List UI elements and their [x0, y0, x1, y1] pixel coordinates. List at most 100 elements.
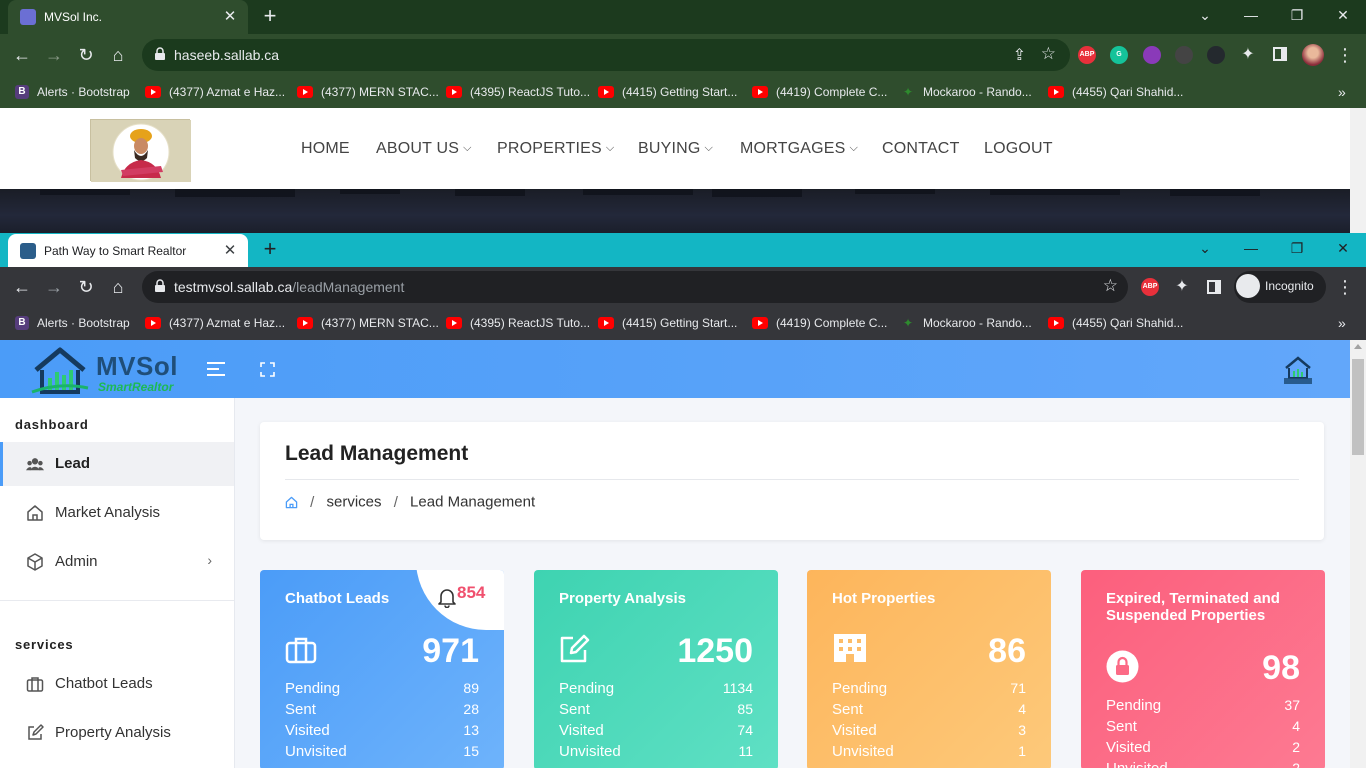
- breadcrumb-services[interactable]: services: [327, 494, 382, 511]
- user-avatar-logo[interactable]: [1280, 354, 1316, 386]
- new-tab-icon[interactable]: +: [258, 5, 282, 29]
- extensions-puzzle-icon[interactable]: ✦: [1239, 46, 1257, 64]
- bookmark-item[interactable]: (4455) Qari Shahid...: [1048, 84, 1183, 100]
- browser-toolbar: ← → ↻ ⌂ testmvsol.sallab.ca/leadManageme…: [0, 267, 1366, 307]
- minimize-icon[interactable]: —: [1228, 233, 1274, 263]
- site-nav-item[interactable]: HOME: [301, 140, 350, 158]
- browser-menu-icon[interactable]: ⋮: [1333, 43, 1357, 67]
- bookmark-label: (4377) Azmat e Haz...: [169, 85, 286, 99]
- youtube-icon: [297, 85, 313, 98]
- github-icon[interactable]: [1207, 46, 1225, 64]
- chevron-down-icon[interactable]: ⌄: [1182, 233, 1228, 263]
- bookmark-item[interactable]: ✦ Mockaroo - Rando...: [903, 84, 1032, 100]
- extension-dark-icon[interactable]: [1175, 46, 1193, 64]
- new-tab-icon[interactable]: +: [258, 238, 282, 262]
- profile-avatar[interactable]: [1302, 44, 1324, 66]
- scroll-up-icon[interactable]: [1354, 344, 1362, 349]
- reload-icon[interactable]: ↻: [74, 43, 98, 67]
- sidebar-item-property-analysis[interactable]: Property Analysis: [0, 711, 234, 755]
- bookmark-item[interactable]: (4419) Complete C...: [752, 84, 887, 100]
- address-bar[interactable]: testmvsol.sallab.ca/leadManagement ☆: [142, 271, 1128, 303]
- card-hot-properties[interactable]: Hot Properties 86 Pending 71 Sent 4 Visited 3…: [807, 570, 1051, 768]
- adblock-plus-icon[interactable]: ABP: [1078, 46, 1096, 64]
- bookmark-item[interactable]: (4415) Getting Start...: [598, 84, 737, 100]
- bookmark-item[interactable]: (4415) Getting Start...: [598, 315, 737, 331]
- close-window-icon[interactable]: ✕: [1320, 233, 1366, 263]
- adblock-plus-icon[interactable]: ABP: [1141, 278, 1159, 296]
- side-panel-icon[interactable]: [1273, 47, 1287, 61]
- close-window-icon[interactable]: ✕: [1320, 0, 1366, 30]
- stat-label: Unvisited: [285, 743, 347, 760]
- browser-menu-icon[interactable]: ⋮: [1333, 275, 1357, 299]
- bookmark-item[interactable]: (4455) Qari Shahid...: [1048, 315, 1183, 331]
- site-nav-item[interactable]: LOGOUT: [984, 140, 1053, 158]
- close-tab-icon[interactable]: ✕: [220, 241, 240, 261]
- site-nav-item[interactable]: CONTACT: [882, 140, 960, 158]
- tab-smart-realtor[interactable]: Path Way to Smart Realtor ✕: [8, 234, 248, 267]
- card-chatbot-leads[interactable]: 854 Chatbot Leads 971 Pending 89 Sent 28 Vis…: [260, 570, 504, 768]
- bookmark-item[interactable]: B Alerts · Bootstrap: [15, 315, 130, 331]
- menu-toggle-icon[interactable]: [207, 360, 227, 378]
- breadcrumb-home-icon[interactable]: [285, 496, 298, 509]
- minimize-icon[interactable]: —: [1228, 0, 1274, 30]
- card-expired-terminated-suspended[interactable]: Expired, Terminated and Suspended Proper…: [1081, 570, 1325, 768]
- back-icon[interactable]: ←: [10, 43, 34, 67]
- site-nav-item[interactable]: BUYING ⌵: [638, 140, 713, 158]
- bookmark-item[interactable]: (4377) Azmat e Haz...: [145, 84, 285, 100]
- more-bookmarks-icon[interactable]: »: [1338, 84, 1346, 100]
- brand-tagline: SmartRealtor: [98, 380, 174, 394]
- address-bar[interactable]: haseeb.sallab.ca ⇪ ☆: [142, 39, 1070, 71]
- back-icon[interactable]: ←: [10, 275, 34, 299]
- sidebar-item-lead[interactable]: Lead: [0, 442, 234, 486]
- grammarly-icon[interactable]: G: [1110, 46, 1128, 64]
- site-nav-label: BUYING: [638, 140, 701, 157]
- sidebar-item-admin[interactable]: Admin ›: [0, 540, 234, 584]
- bookmark-item[interactable]: (4395) ReactJS Tuto...: [446, 84, 590, 100]
- incognito-icon: [1236, 274, 1260, 298]
- bookmark-item[interactable]: (4377) Azmat e Haz...: [145, 315, 285, 331]
- scrollbar-thumb[interactable]: [1352, 359, 1364, 455]
- bookmark-item[interactable]: (4377) MERN STAC...: [297, 315, 439, 331]
- page-scrollbar[interactable]: [1350, 340, 1366, 768]
- bookmark-item[interactable]: B Alerts · Bootstrap: [15, 84, 130, 100]
- card-stat-row: Visited 3: [832, 720, 1026, 741]
- sidebar-item-label: Market Analysis: [55, 504, 161, 521]
- sidebar-item-market-analysis[interactable]: Market Analysis: [0, 491, 234, 535]
- bookmark-item[interactable]: (4377) MERN STAC...: [297, 84, 439, 100]
- extension-purple-icon[interactable]: [1143, 46, 1161, 64]
- bookmark-item[interactable]: (4419) Complete C...: [752, 315, 887, 331]
- extensions-puzzle-icon[interactable]: ✦: [1173, 278, 1191, 296]
- site-nav-item[interactable]: PROPERTIES ⌵: [497, 140, 614, 158]
- home-icon[interactable]: ⌂: [106, 43, 130, 67]
- hero-banner-image: [0, 189, 1350, 233]
- brand-logo[interactable]: MVSol SmartRealtor: [30, 344, 190, 396]
- close-tab-icon[interactable]: ✕: [220, 7, 240, 27]
- home-icon[interactable]: ⌂: [106, 275, 130, 299]
- share-icon[interactable]: ⇪: [1013, 45, 1026, 65]
- page-scrollbar[interactable]: [1350, 108, 1366, 233]
- bookmark-item[interactable]: ✦ Mockaroo - Rando...: [903, 315, 1032, 331]
- incognito-badge[interactable]: Incognito: [1234, 271, 1326, 303]
- bookmark-star-icon[interactable]: ☆: [1041, 44, 1056, 64]
- forward-icon[interactable]: →: [42, 43, 66, 67]
- mockaroo-icon: ✦: [903, 84, 914, 99]
- side-panel-icon[interactable]: [1207, 280, 1221, 294]
- more-bookmarks-icon[interactable]: »: [1338, 315, 1346, 331]
- forward-icon[interactable]: →: [42, 275, 66, 299]
- bookmark-star-icon[interactable]: ☆: [1103, 276, 1118, 296]
- bookmark-item[interactable]: (4395) ReactJS Tuto...: [446, 315, 590, 331]
- site-nav-item[interactable]: MORTGAGES ⌵: [740, 140, 858, 158]
- sidebar-item-label: Admin: [55, 553, 98, 570]
- site-nav-item[interactable]: ABOUT US ⌵: [376, 140, 472, 158]
- card-property-analysis[interactable]: Property Analysis 1250 Pending 1134 Sent 85…: [534, 570, 778, 768]
- reload-icon[interactable]: ↻: [74, 275, 98, 299]
- site-logo-image[interactable]: [90, 119, 191, 182]
- restore-icon[interactable]: ❐: [1274, 0, 1320, 30]
- stat-value: 4: [1292, 718, 1300, 734]
- tab-mvsol[interactable]: MVSol Inc. ✕: [8, 0, 248, 34]
- restore-icon[interactable]: ❐: [1274, 233, 1320, 263]
- card-total: 971: [422, 632, 479, 670]
- sidebar-item-chatbot-leads[interactable]: Chatbot Leads: [0, 662, 234, 706]
- chevron-down-icon[interactable]: ⌄: [1182, 0, 1228, 30]
- fullscreen-icon[interactable]: [260, 362, 275, 377]
